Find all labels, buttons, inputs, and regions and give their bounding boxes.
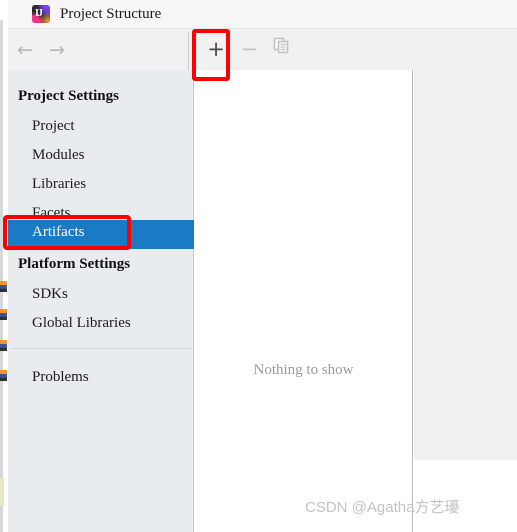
sidebar-item-project[interactable]: Project bbox=[32, 118, 75, 135]
sidebar-group-platform-settings: Platform Settings bbox=[18, 256, 131, 272]
add-button-highlight-annotation bbox=[192, 29, 230, 81]
background-window-divider bbox=[0, 20, 3, 532]
artifacts-highlight-annotation bbox=[3, 215, 131, 250]
app-icon-mark: IJ bbox=[35, 8, 43, 19]
empty-state-message: Nothing to show bbox=[253, 362, 354, 378]
toolbar-separator bbox=[188, 32, 189, 70]
artifacts-panel: Nothing to show bbox=[195, 70, 413, 532]
sidebar-item-modules[interactable]: Modules bbox=[32, 147, 85, 164]
window-title: Project Structure bbox=[60, 5, 162, 22]
sidebar-group-project-settings: Project Settings bbox=[18, 88, 119, 104]
settings-sidebar: Project Settings Project Modules Librari… bbox=[8, 70, 194, 532]
intellij-idea-icon: IJ bbox=[32, 5, 50, 23]
copy-icon[interactable] bbox=[269, 37, 293, 61]
back-arrow-icon[interactable]: ← bbox=[14, 39, 36, 61]
watermark: CSDN @Agatha方艺瓇 bbox=[305, 499, 460, 516]
sidebar-item-sdks[interactable]: SDKs bbox=[32, 286, 68, 303]
background-glyph bbox=[0, 281, 7, 292]
background-highlight-strip bbox=[0, 478, 4, 506]
background-glyph bbox=[0, 370, 7, 381]
background-glyph bbox=[0, 309, 7, 320]
forward-arrow-icon[interactable]: → bbox=[46, 39, 68, 61]
sidebar-item-libraries[interactable]: Libraries bbox=[32, 176, 86, 193]
sidebar-item-problems[interactable]: Problems bbox=[32, 369, 89, 386]
right-pane bbox=[414, 29, 517, 532]
remove-artifact-button[interactable]: − bbox=[237, 37, 261, 61]
background-glyph bbox=[0, 340, 7, 351]
sidebar-divider bbox=[12, 348, 192, 349]
sidebar-item-global-libraries[interactable]: Global Libraries bbox=[32, 315, 131, 332]
title-bar: IJ Project Structure bbox=[8, 0, 517, 29]
project-structure-dialog: IJ Project Structure ← → + − Project Set… bbox=[0, 0, 517, 532]
